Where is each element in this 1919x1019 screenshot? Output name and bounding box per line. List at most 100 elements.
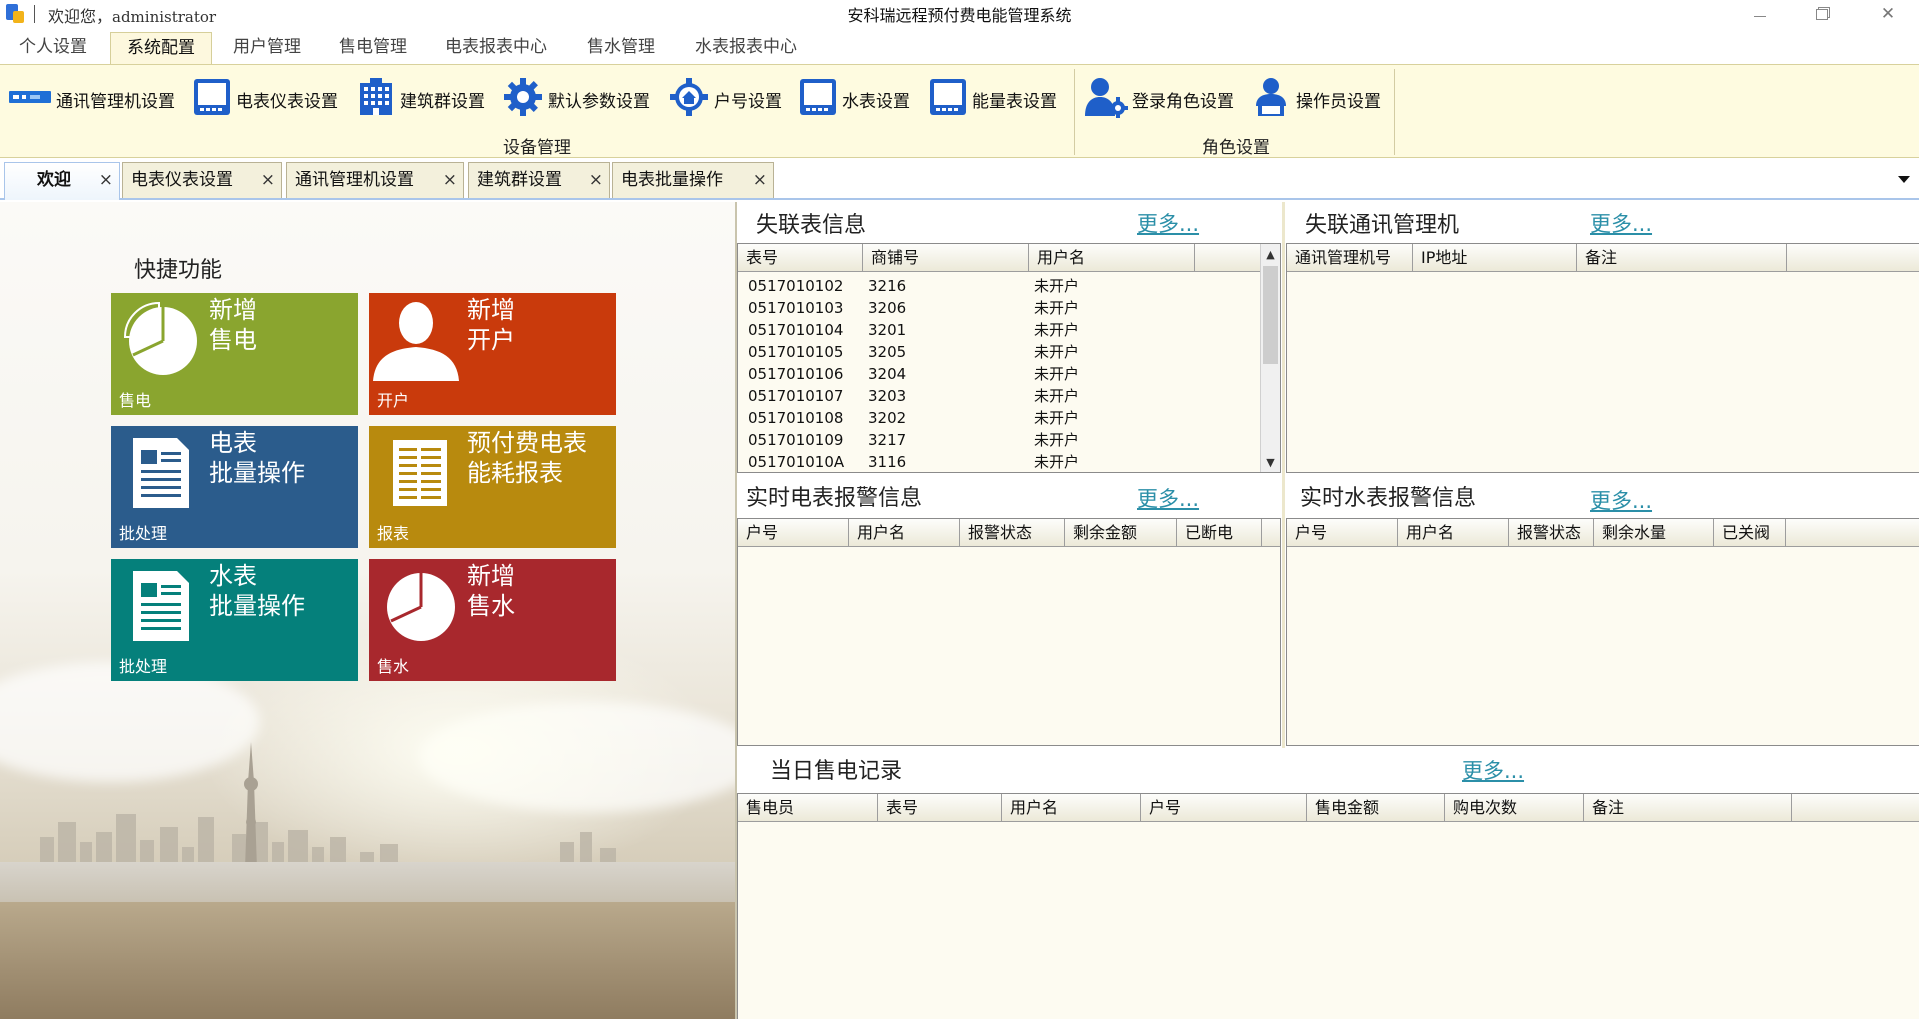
offline-comm-more-link[interactable]: 更多... [1590,208,1652,238]
water-alarm-more-link[interactable]: 更多... [1590,485,1652,515]
close-tab-icon[interactable]: × [443,163,457,197]
elec-alarm-more-link[interactable]: 更多... [1137,483,1199,513]
column-header[interactable]: IP地址 [1413,244,1577,272]
house-number-settings-button[interactable]: 户号设置 [668,77,782,119]
table-row[interactable]: 0517010104 3201 未开户 [738,319,1258,341]
column-header[interactable]: 户号 [1141,794,1307,822]
column-header[interactable]: 户号 [1287,519,1398,547]
close-tab-icon[interactable]: × [99,163,113,197]
restore-icon [1816,8,1828,20]
column-header[interactable]: 用户名 [1029,244,1195,272]
offline-meters-grid: 表号 商铺号 用户名 0517010102 3216 未开户 0517010103 3… [737,243,1281,473]
shop-number-cell: 3206 [868,299,907,317]
scroll-down-icon[interactable]: ▼ [1261,452,1280,472]
doc-tab-meter-batch[interactable]: 电表批量操作 × [612,162,774,198]
role-group-label: 角色设置 [1202,138,1270,158]
tab-water-report-center[interactable]: 水表报表中心 [690,32,802,62]
scroll-up-icon[interactable]: ▲ [1261,244,1280,264]
minimize-button[interactable] [1732,0,1788,28]
column-header[interactable]: 剩余水量 [1594,519,1714,547]
column-header[interactable]: 用户名 [1398,519,1509,547]
column-header[interactable]: 报警状态 [1509,519,1594,547]
doc-tab-label: 电表仪表设置 [131,170,233,190]
quick-functions-title: 快捷功能 [134,258,223,283]
user-name-cell: 未开户 [1034,431,1080,449]
column-header[interactable]: 剩余金额 [1065,519,1177,547]
today-sales-title: 当日售电记录 [770,759,903,784]
tab-electricity-sales[interactable]: 售电管理 [328,32,418,62]
meter-settings-button[interactable]: 电表仪表设置 [192,78,338,119]
tile-title: 新增 售电 [209,296,257,354]
table-row[interactable]: 0517010109 3217 未开户 [738,429,1258,451]
tile-new-account[interactable]: 新增 开户 开户 [369,293,616,415]
column-header[interactable]: 售电金额 [1307,794,1445,822]
energy-meter-settings-button[interactable]: 能量表设置 [928,78,1057,119]
tile-new-electricity-sale[interactable]: 新增 售电 售电 [111,293,358,415]
column-header[interactable]: 已关阀 [1714,519,1786,547]
operator-settings-button[interactable]: 操作员设置 [1250,77,1381,119]
column-header-empty [1195,244,1262,272]
maximize-button[interactable] [1794,0,1850,28]
table-row[interactable]: 0517010108 3202 未开户 [738,407,1258,429]
column-header[interactable]: 通讯管理机号 [1287,244,1413,272]
close-tab-icon[interactable]: × [589,163,603,197]
tile-water-batch-operation[interactable]: 水表 批量操作 批处理 [111,559,358,681]
login-role-settings-button[interactable]: 登录角色设置 [1084,77,1234,119]
user-name-cell: 未开户 [1034,343,1080,361]
tile-new-water-sale[interactable]: 新增 售水 售水 [369,559,616,681]
column-header[interactable]: 备注 [1577,244,1787,272]
grid-header: 售电员 表号 用户名 户号 售电金额 购电次数 备注 [738,794,1919,822]
doc-tab-building-settings[interactable]: 建筑群设置 × [468,162,610,198]
tile-meter-batch-operation[interactable]: 电表 批量操作 批处理 [111,426,358,548]
default-params-button[interactable]: 默认参数设置 [502,77,650,119]
document-icon [133,571,189,641]
tab-meter-report-center[interactable]: 电表报表中心 [440,32,552,62]
column-header[interactable]: 商铺号 [863,244,1029,272]
table-row[interactable]: 0517010103 3206 未开户 [738,297,1258,319]
column-header[interactable]: 用户名 [849,519,960,547]
tab-user-management[interactable]: 用户管理 [222,32,312,62]
column-header[interactable]: 售电员 [738,794,878,822]
vertical-scrollbar[interactable]: ▲ ▼ [1260,244,1280,472]
tile-title: 预付费电表 能耗报表 [467,429,587,487]
column-header[interactable]: 表号 [878,794,1002,822]
water-alarm-grid: 户号 用户名 报警状态 剩余水量 已关阀 [1286,518,1919,746]
doc-tab-welcome[interactable]: 欢迎 × [4,162,120,200]
column-header[interactable]: 备注 [1584,794,1792,822]
doc-tab-meter-settings[interactable]: 电表仪表设置 × [122,162,282,198]
tab-personal-settings[interactable]: 个人设置 [10,32,96,62]
tab-list-dropdown-icon[interactable] [1898,176,1910,183]
doc-tab-comm-manager-settings[interactable]: 通讯管理机设置 × [286,162,464,198]
tab-system-config[interactable]: 系统配置 [110,32,212,65]
table-row[interactable]: 0517010102 3216 未开户 [738,275,1258,297]
tab-water-sales[interactable]: 售水管理 [576,32,666,62]
column-header[interactable]: 已断电 [1177,519,1262,547]
scroll-thumb[interactable] [1263,266,1278,364]
table-row[interactable]: 051701010A 3116 未开户 [738,451,1258,472]
today-sales-grid: 售电员 表号 用户名 户号 售电金额 购电次数 备注 [737,793,1919,1019]
close-button[interactable]: ✕ [1860,0,1916,28]
water-meter-settings-button[interactable]: 水表设置 [798,78,910,119]
column-header[interactable]: 报警状态 [960,519,1065,547]
column-header[interactable]: 户号 [738,519,849,547]
welcome-panel: 快捷功能 新增 售电 售电 新增 开户 开户 电表 批量操作 批处理 预付费电表… [0,202,735,1019]
table-row[interactable]: 0517010106 3204 未开户 [738,363,1258,385]
comm-manager-settings-button[interactable]: 通讯管理机设置 [8,79,175,119]
shop-number-cell: 3202 [868,409,907,427]
tile-prepaid-energy-report[interactable]: 预付费电表 能耗报表 报表 [369,426,616,548]
column-header[interactable]: 表号 [738,244,863,272]
close-tab-icon[interactable]: × [753,163,767,197]
user-name-cell: 未开户 [1034,299,1080,317]
group-separator [1074,69,1075,155]
column-header[interactable]: 购电次数 [1445,794,1584,822]
today-sales-more-link[interactable]: 更多... [1462,755,1524,785]
close-tab-icon[interactable]: × [261,163,275,197]
offline-meters-more-link[interactable]: 更多... [1137,208,1199,238]
building-settings-button[interactable]: 建筑群设置 [356,77,485,119]
table-row[interactable]: 0517010107 3203 未开户 [738,385,1258,407]
grid-header: 表号 商铺号 用户名 [738,244,1262,272]
tile-title: 新增 开户 [467,296,515,354]
house-gear-icon [668,76,710,123]
table-row[interactable]: 0517010105 3205 未开户 [738,341,1258,363]
column-header[interactable]: 用户名 [1002,794,1141,822]
